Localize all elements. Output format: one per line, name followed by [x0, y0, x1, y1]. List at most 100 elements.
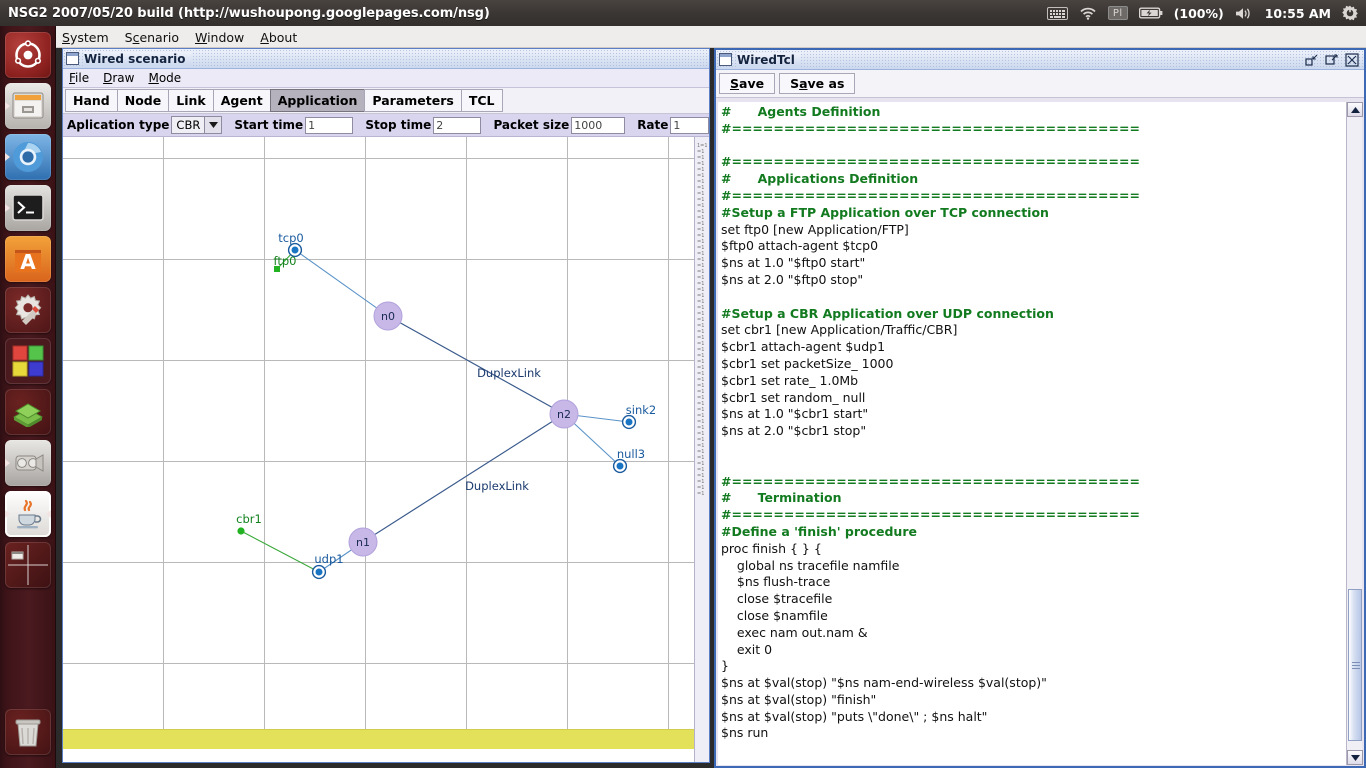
menu-mode[interactable]: Mode — [148, 71, 181, 85]
tcl-code-line: $ns at $val(stop) "$ns nam-end-wireless … — [721, 675, 1047, 691]
tcl-window-title: WiredTcl — [737, 52, 801, 67]
trash-icon[interactable] — [5, 709, 51, 755]
node-n2-label: n2 — [557, 408, 571, 421]
power-gear-icon[interactable] — [1342, 5, 1358, 21]
system-settings-icon[interactable] — [4, 287, 51, 333]
tool-hand[interactable]: Hand — [65, 89, 118, 112]
tcl-code-line: $ns flush-trace — [721, 574, 831, 590]
file-manager-icon[interactable] — [4, 83, 51, 129]
keyboard-icon[interactable] — [1046, 6, 1068, 20]
tcl-code-editor[interactable]: # Agents Definition #====================… — [718, 102, 1348, 765]
color-blocks-icon[interactable] — [4, 338, 51, 384]
ubuntu-software-center-icon[interactable]: A — [4, 236, 51, 282]
tcl-code-line: #======================================= — [721, 187, 1140, 203]
application-ftp0-label: ftp0 — [274, 254, 297, 268]
canvas-ruler-ticks: 1=1=1=1=1=1=1=1=1=1=1=1=1=1=1=1=1=1=1=1=… — [697, 143, 708, 497]
agent-udp1-label: udp1 — [314, 552, 343, 566]
node-n1-label: n1 — [356, 536, 370, 549]
menu-draw[interactable]: Draw — [103, 71, 134, 85]
packet-size-input[interactable]: 1000 — [571, 116, 626, 134]
attach-cbr1-udp1 — [240, 530, 320, 573]
scenario-status-bar — [63, 729, 694, 749]
tcl-toolbar: Save Save as — [716, 70, 1364, 98]
wiredtcl-window: WiredTcl Save Save as # Agents Definitio… — [714, 48, 1366, 768]
stop-time-label: Stop time — [365, 118, 432, 132]
save-button[interactable]: Save — [719, 73, 776, 94]
tcl-code-line: exec nam out.nam & — [721, 624, 868, 640]
tool-tcl[interactable]: TCL — [460, 89, 503, 112]
volume-icon[interactable] — [1235, 7, 1254, 20]
wired-window-title: Wired scenario — [84, 51, 192, 66]
tcl-titlebar-texture — [716, 50, 1364, 69]
menu-item-about[interactable]: About — [260, 30, 297, 45]
panel-title: NSG2 2007/05/20 build (http://wushoupong… — [8, 5, 490, 21]
tcl-code-line: #Setup a CBR Application over UDP connec… — [721, 305, 1054, 321]
chevron-down-icon[interactable] — [204, 117, 222, 133]
tcl-code-line: #======================================= — [721, 473, 1140, 489]
link-n0-n2 — [387, 315, 565, 415]
agent-null3-label: null3 — [617, 447, 645, 461]
chromium-browser-icon[interactable] — [4, 134, 51, 180]
rate-input[interactable]: 1 — [670, 116, 710, 134]
canvas-vertical-scrollbar[interactable]: 1=1=1=1=1=1=1=1=1=1=1=1=1=1=1=1=1=1=1=1=… — [694, 137, 709, 762]
attach-tcp0-n0 — [294, 249, 389, 317]
tcl-code-line: $ns at 2.0 "$cbr1 stop" — [721, 423, 867, 439]
tcl-code-line: #======================================= — [721, 154, 1140, 170]
terminal-icon[interactable] — [4, 185, 51, 231]
application-type-select[interactable]: CBR — [171, 116, 223, 134]
minimize-icon[interactable] — [1304, 52, 1319, 67]
tcl-code-line: exit 0 — [721, 641, 773, 657]
tcl-code-line: $ns run — [721, 725, 769, 741]
scroll-up-icon[interactable] — [1347, 102, 1363, 117]
application-parameters-row: Aplication type CBR Start time 1 Stop ti… — [63, 114, 710, 137]
tcl-code-line — [721, 138, 1348, 155]
wifi-icon[interactable] — [1079, 7, 1097, 20]
tcl-code-line: #Setup a FTP Application over TCP connec… — [721, 204, 1049, 220]
scroll-down-icon[interactable] — [1347, 750, 1363, 765]
wired-scenario-window: Wired scenario File Draw Mode Hand Node … — [62, 48, 710, 763]
agent-tcp0-label: tcp0 — [278, 231, 303, 245]
panel-indicators: Pl (100%) 10:55 AM — [1046, 5, 1366, 21]
tcl-code-line: } — [721, 658, 729, 674]
tool-agent[interactable]: Agent — [212, 89, 271, 112]
menu-item-system[interactable]: SSystemystem — [62, 30, 109, 45]
link-n1-n2 — [362, 413, 565, 543]
menu-item-window[interactable]: Window — [195, 30, 244, 45]
media-projector-icon[interactable] — [4, 440, 51, 486]
application-cbr1[interactable] — [237, 527, 245, 535]
pl-indicator[interactable]: Pl — [1107, 6, 1128, 20]
scrollbar-thumb[interactable] — [1348, 589, 1362, 741]
tcl-titlebar[interactable]: WiredTcl — [716, 50, 1364, 70]
books-icon[interactable] — [4, 389, 51, 435]
rate-label: Rate — [637, 118, 669, 132]
wired-titlebar[interactable]: Wired scenario — [63, 49, 709, 69]
tcl-vertical-scrollbar[interactable] — [1346, 102, 1363, 765]
window-icon — [719, 53, 732, 66]
node-n0-label: n0 — [381, 310, 395, 323]
save-as-button[interactable]: Save as — [779, 73, 856, 94]
tool-parameters[interactable]: Parameters — [364, 89, 462, 112]
tool-link[interactable]: Link — [168, 89, 214, 112]
maximize-icon[interactable] — [1324, 52, 1339, 67]
java-icon[interactable] — [4, 491, 51, 537]
stop-time-input[interactable]: 2 — [433, 116, 482, 134]
link-label-n1-n2: DuplexLink — [465, 479, 529, 493]
window-icon — [66, 52, 79, 65]
application-type-label: Aplication type — [67, 118, 170, 132]
workspace-switcher-icon[interactable] — [4, 542, 51, 588]
tcl-code-line: $ns at $val(stop) "puts \"done\" ; $ns h… — [721, 708, 988, 724]
tool-application[interactable]: Application — [269, 89, 366, 112]
ubuntu-dash-icon[interactable] — [4, 32, 51, 78]
menu-item-scenario[interactable]: Scenario — [125, 30, 179, 45]
battery-icon[interactable] — [1138, 7, 1163, 19]
menu-file[interactable]: File — [69, 71, 89, 85]
tcl-code-line: $ftp0 attach-agent $tcp0 — [721, 238, 879, 254]
clock[interactable]: 10:55 AM — [1265, 6, 1331, 21]
top-panel: NSG2 2007/05/20 build (http://wushoupong… — [0, 0, 1366, 26]
close-icon[interactable] — [1344, 52, 1359, 67]
scenario-canvas[interactable]: n0 n1 n2 tcp0 udp1 sink2 null3 ftp0 cbr1… — [63, 137, 694, 749]
agent-udp1-dot — [315, 568, 323, 576]
tcl-code-line: set ftp0 [new Application/FTP] — [721, 221, 909, 237]
start-time-input[interactable]: 1 — [305, 116, 354, 134]
tool-node[interactable]: Node — [116, 89, 170, 112]
